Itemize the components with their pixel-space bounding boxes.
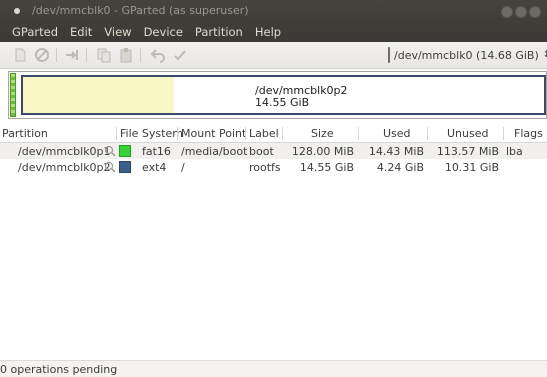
column-divider[interactable] <box>358 127 359 140</box>
column-header-partition[interactable]: Partition <box>2 127 48 140</box>
table-row[interactable]: /dev/mmcblk0p1 fat16 /media/boot boot 12… <box>0 143 547 159</box>
paste-icon[interactable] <box>118 47 134 63</box>
undo-icon[interactable] <box>150 47 166 63</box>
column-divider[interactable] <box>245 127 246 140</box>
close-icon[interactable] <box>529 6 541 18</box>
partition-name: /dev/mmcblk0p1 <box>18 145 111 158</box>
delete-icon[interactable] <box>34 47 50 63</box>
column-header-unused[interactable]: Unused <box>447 127 488 140</box>
device-selector[interactable]: /dev/mmcblk0 (14.68 GiB) ↕ <box>388 45 547 65</box>
disk-icon <box>388 47 390 63</box>
column-header-size[interactable]: Size <box>311 127 334 140</box>
copy-icon[interactable] <box>96 47 112 63</box>
partition-size: 128.00 MiB <box>291 145 354 158</box>
partition-label: rootfs <box>249 161 281 174</box>
column-divider[interactable] <box>427 127 428 140</box>
partition-unused: 10.31 GiB <box>444 161 499 174</box>
partition-unused: 113.57 MiB <box>436 145 499 158</box>
filesystem-color-swatch <box>119 145 131 157</box>
toolbar-separator <box>56 48 57 62</box>
operations-pending-status: 0 operations pending <box>0 363 118 376</box>
used-space-bar <box>23 77 175 113</box>
chevron-updown-icon: ↕ <box>542 50 547 60</box>
column-divider[interactable] <box>116 127 117 140</box>
resize-icon[interactable] <box>64 47 80 63</box>
column-header-flags[interactable]: Flags <box>514 127 543 140</box>
disk-graphic-map: /dev/mmcblk0p2 14.55 GiB <box>8 71 547 119</box>
menu-gparted[interactable]: GParted <box>0 22 63 42</box>
search-icon <box>104 145 116 157</box>
device-selector-label: /dev/mmcblk0 (14.68 GiB) <box>394 48 539 62</box>
mount-point: /media/boot <box>181 145 248 158</box>
partition-used: 14.43 MiB <box>368 145 424 158</box>
partition-table-header: Partition File System Mount Point Label … <box>0 125 547 143</box>
partition-segment-boot[interactable] <box>10 73 16 117</box>
column-header-mount-point[interactable]: Mount Point <box>181 127 246 140</box>
toolbar-separator <box>140 48 141 62</box>
column-header-label[interactable]: Label <box>249 127 279 140</box>
mount-point: / <box>181 161 185 174</box>
window-title: /dev/mmcblk0 - GParted (as superuser) <box>32 4 249 17</box>
column-header-filesystem[interactable]: File System <box>120 127 183 140</box>
title-bar[interactable]: /dev/mmcblk0 - GParted (as superuser) <box>0 0 547 22</box>
partition-name: /dev/mmcblk0p2 <box>18 161 111 174</box>
column-header-used[interactable]: Used <box>383 127 411 140</box>
search-icon <box>104 161 116 173</box>
menu-help[interactable]: Help <box>248 22 286 42</box>
apply-icon[interactable] <box>172 47 188 63</box>
menu-view[interactable]: View <box>97 22 136 42</box>
filesystem-type: ext4 <box>142 161 167 174</box>
toolbar-separator <box>86 48 87 62</box>
toolbar: /dev/mmcblk0 (14.68 GiB) ↕ <box>0 42 547 69</box>
window-top-band: /dev/mmcblk0 - GParted (as superuser) GP… <box>0 0 547 42</box>
minimize-icon[interactable] <box>501 6 513 18</box>
segment-partition-size: 14.55 GiB <box>255 96 310 109</box>
partition-label: boot <box>249 145 274 158</box>
new-icon[interactable] <box>12 47 28 63</box>
filesystem-color-swatch <box>119 161 131 173</box>
partition-used: 4.24 GiB <box>376 161 424 174</box>
partition-flags: lba <box>506 145 523 158</box>
status-bar: 0 operations pending <box>0 360 547 377</box>
window-controls <box>501 6 541 18</box>
partition-size: 14.55 GiB <box>299 161 354 174</box>
maximize-icon[interactable] <box>515 6 527 18</box>
column-divider[interactable] <box>503 127 504 140</box>
menu-bar: GParted Edit View Device Partition Help <box>0 22 286 42</box>
window-menu-icon[interactable] <box>14 8 20 14</box>
menu-partition[interactable]: Partition <box>188 22 248 42</box>
table-row[interactable]: /dev/mmcblk0p2 ext4 / rootfs 14.55 GiB 4… <box>0 159 547 175</box>
menu-device[interactable]: Device <box>137 22 188 42</box>
column-divider[interactable] <box>177 127 178 140</box>
partition-segment-rootfs[interactable]: /dev/mmcblk0p2 14.55 GiB <box>21 75 546 115</box>
column-divider[interactable] <box>282 127 283 140</box>
filesystem-type: fat16 <box>142 145 171 158</box>
menu-edit[interactable]: Edit <box>63 22 97 42</box>
